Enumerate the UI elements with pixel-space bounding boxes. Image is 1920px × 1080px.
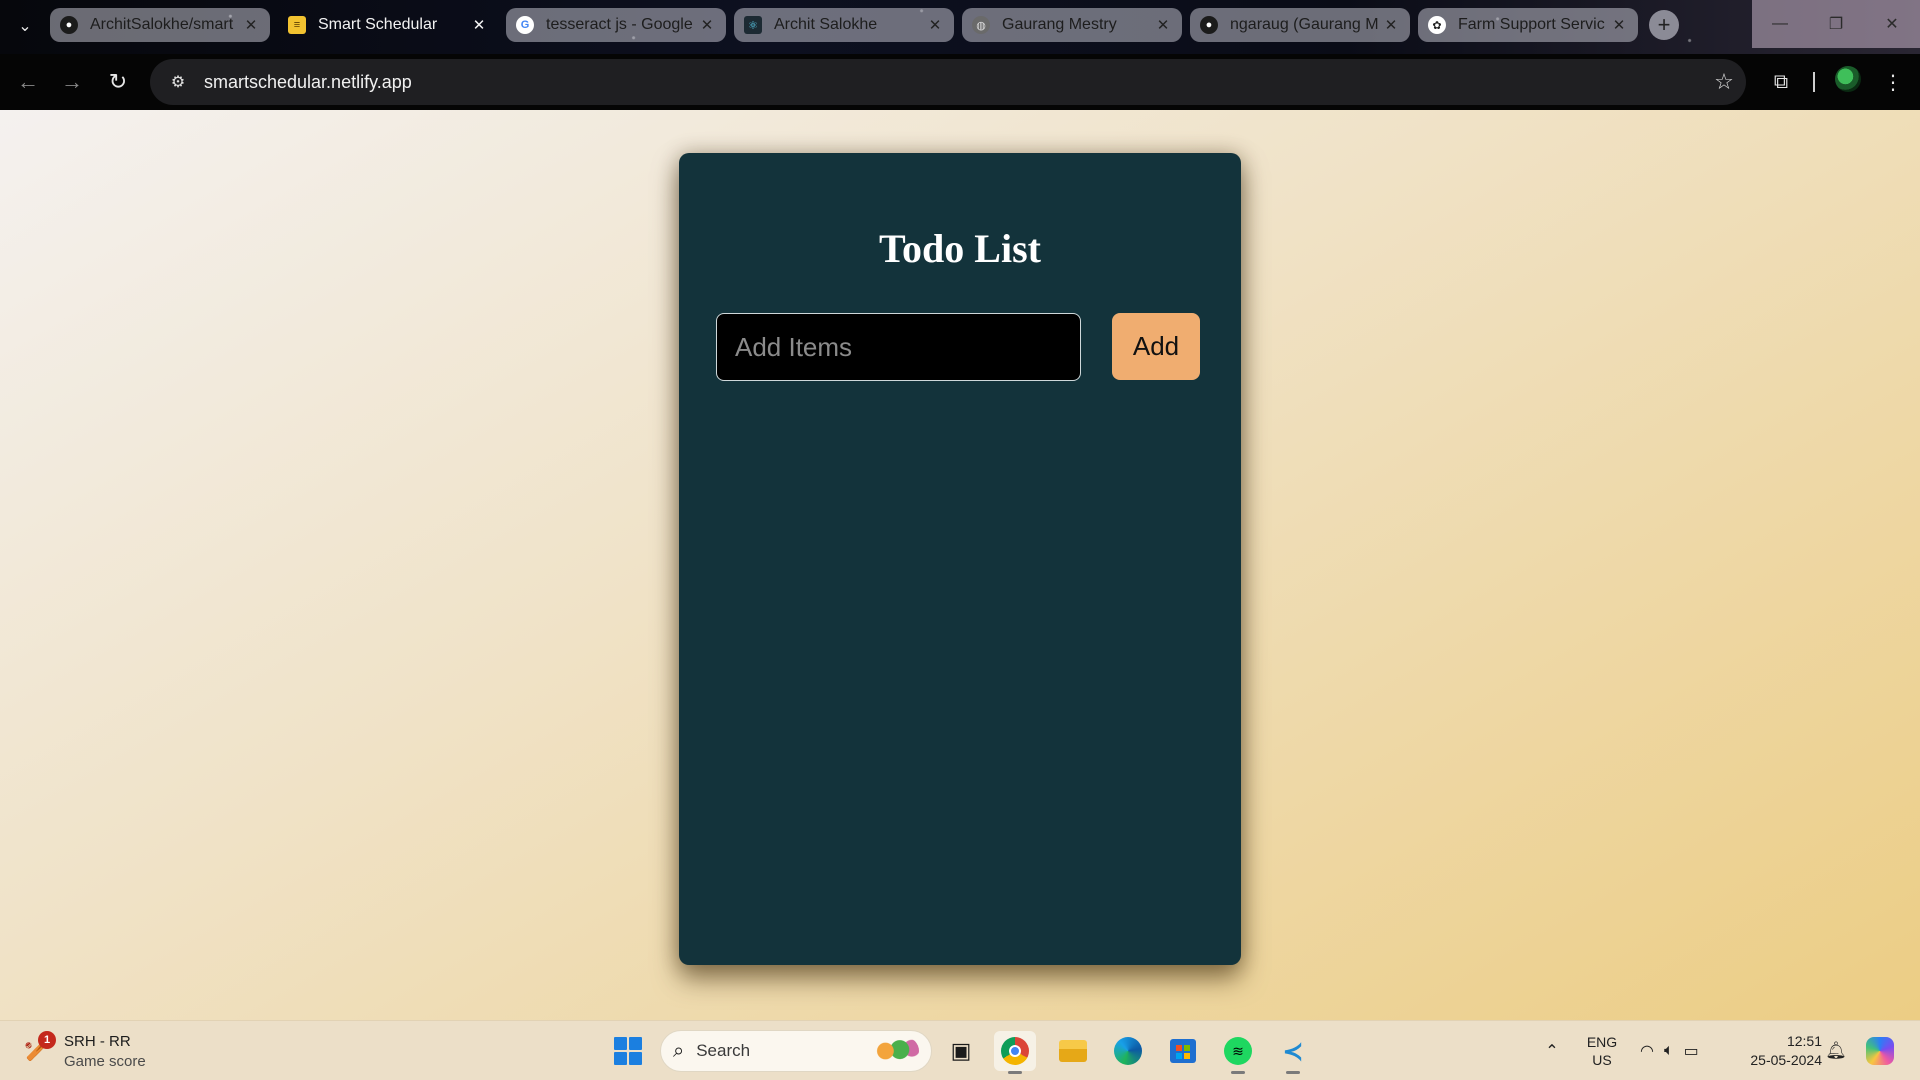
close-window-icon[interactable]: ✕ — [1864, 0, 1920, 48]
running-indicator — [1286, 1071, 1300, 1074]
toolbar-divider — [1813, 72, 1815, 92]
site-info-icon[interactable]: ⚙ — [156, 72, 200, 92]
tab-title: ArchitSalokhe/smart — [90, 16, 234, 33]
todo-title: Todo List — [879, 226, 1041, 271]
clock-time: 12:51 — [1786, 1033, 1822, 1049]
chrome-icon[interactable] — [994, 1031, 1036, 1074]
address-bar[interactable]: ⚙ smartschedular.netlify.app ☆ — [150, 59, 1746, 105]
bookmark-star-icon[interactable]: ☆ — [1702, 69, 1746, 95]
windows-start-icon[interactable] — [610, 1033, 646, 1069]
widget-title: SRH - RR — [64, 1033, 131, 1050]
browser-tabstrip: ⌄ ● ArchitSalokhe/smart ✕ ≡ Smart Schedu… — [0, 0, 1920, 54]
react-icon: ⚛ — [744, 16, 762, 34]
forward-arrow-icon[interactable]: → — [56, 66, 88, 98]
todo-card: Todo List Add — [679, 153, 1241, 965]
tab-title: Gaurang Mestry — [1002, 16, 1117, 33]
close-icon[interactable]: ✕ — [1154, 16, 1172, 34]
copilot-icon[interactable] — [1866, 1037, 1894, 1065]
extensions-icon[interactable]: ⧉ — [1765, 66, 1797, 98]
edge-icon[interactable] — [1107, 1031, 1149, 1071]
search-highlight-icon — [871, 1037, 919, 1065]
widget-subtitle: Game score — [64, 1053, 146, 1070]
add-item-input[interactable] — [716, 313, 1081, 381]
close-icon[interactable]: ✕ — [1382, 16, 1400, 34]
battery-icon: ▭ — [1683, 1043, 1699, 1060]
spotify-icon[interactable]: ≋ — [1217, 1031, 1259, 1074]
language-indicator[interactable]: ENG US — [1580, 1021, 1624, 1080]
store-icon[interactable] — [1162, 1031, 1204, 1071]
tab-search-icon[interactable]: ⌄ — [10, 12, 40, 40]
new-tab-button[interactable]: + — [1649, 10, 1679, 40]
tab-title: tesseract js - Google — [546, 16, 693, 33]
window-controls: — ❐ ✕ — [1752, 0, 1920, 48]
running-indicator — [1008, 1071, 1022, 1074]
tab-gaurang-mestry[interactable]: ◍ Gaurang Mestry ✕ — [962, 8, 1182, 42]
tab-ngaraug-github[interactable]: ● ngaraug (Gaurang M ✕ — [1190, 8, 1410, 42]
restore-icon[interactable]: ❐ — [1808, 0, 1864, 48]
clock-date: 25-05-2024 — [1750, 1052, 1822, 1068]
close-icon[interactable]: ✕ — [926, 16, 944, 34]
globe-icon: ◍ — [972, 16, 990, 34]
region-code: US — [1592, 1052, 1612, 1068]
close-icon[interactable]: ✕ — [470, 16, 488, 34]
running-indicator — [1231, 1071, 1245, 1074]
task-view-icon[interactable]: ▣ — [940, 1031, 982, 1071]
add-button[interactable]: Add — [1112, 313, 1200, 380]
search-label: Search — [696, 1041, 751, 1060]
tab-smart-schedular[interactable]: ≡ Smart Schedular ✕ — [278, 8, 498, 42]
github-icon: ● — [60, 16, 78, 34]
github-icon: ● — [1200, 16, 1218, 34]
tab-archit-github[interactable]: ● ArchitSalokhe/smart ✕ — [50, 8, 270, 42]
tab-title: Farm Support Servic — [1458, 16, 1605, 33]
taskbar-search[interactable]: ⌕ Search — [660, 1030, 932, 1072]
google-icon: G — [516, 16, 534, 34]
tab-farm-support[interactable]: ✿ Farm Support Servic ✕ — [1418, 8, 1638, 42]
minimize-icon[interactable]: — — [1752, 0, 1808, 48]
close-icon[interactable]: ✕ — [1610, 16, 1628, 34]
language-code: ENG — [1586, 1034, 1618, 1050]
notification-bell-icon[interactable]: 🔔︎ — [1825, 1021, 1847, 1080]
close-icon[interactable]: ✕ — [242, 16, 260, 34]
tab-archit-salokhe[interactable]: ⚛ Archit Salokhe ✕ — [734, 8, 954, 42]
vscode-icon[interactable]: ≺ — [1272, 1031, 1314, 1074]
tab-title: Archit Salokhe — [774, 16, 878, 33]
clock[interactable]: 12:51 25-05-2024 — [1732, 1021, 1822, 1080]
taskbar: 🏏 1 SRH - RR Game score ⌕ Search ▣ ≋ ≺ ⌃… — [0, 1020, 1920, 1080]
openai-icon: ✿ — [1428, 16, 1446, 34]
system-tray[interactable]: ◠ 🔈︎ ▭ — [1640, 1021, 1712, 1080]
tab-title: Smart Schedular — [318, 16, 438, 33]
notification-badge: 1 — [38, 1031, 56, 1049]
notepad-icon: ≡ — [288, 16, 306, 34]
file-explorer-icon[interactable] — [1052, 1031, 1094, 1071]
more-menu-icon[interactable]: ⋮ — [1877, 66, 1909, 98]
profile-avatar[interactable] — [1835, 66, 1861, 92]
volume-icon: 🔈︎ — [1663, 1042, 1674, 1059]
news-widget[interactable]: 🏏 1 SRH - RR Game score — [20, 1031, 180, 1073]
page-background: Todo List Add — [0, 110, 1920, 1020]
address-url[interactable]: smartschedular.netlify.app — [204, 72, 1702, 93]
close-icon[interactable]: ✕ — [698, 16, 716, 34]
search-icon: ⌕ — [673, 1039, 685, 1062]
tab-tesseract-google[interactable]: G tesseract js - Google ✕ — [506, 8, 726, 42]
tab-title: ngaraug (Gaurang M — [1230, 16, 1379, 33]
back-arrow-icon[interactable]: ← — [12, 66, 44, 98]
browser-toolbar: ← → ↻ ⚙ smartschedular.netlify.app ☆ ⧉ ⋮ — [0, 54, 1920, 110]
show-hidden-icons-icon[interactable]: ⌃ — [1540, 1021, 1564, 1080]
wifi-icon: ◠ — [1640, 1043, 1654, 1060]
reload-icon[interactable]: ↻ — [102, 66, 134, 98]
